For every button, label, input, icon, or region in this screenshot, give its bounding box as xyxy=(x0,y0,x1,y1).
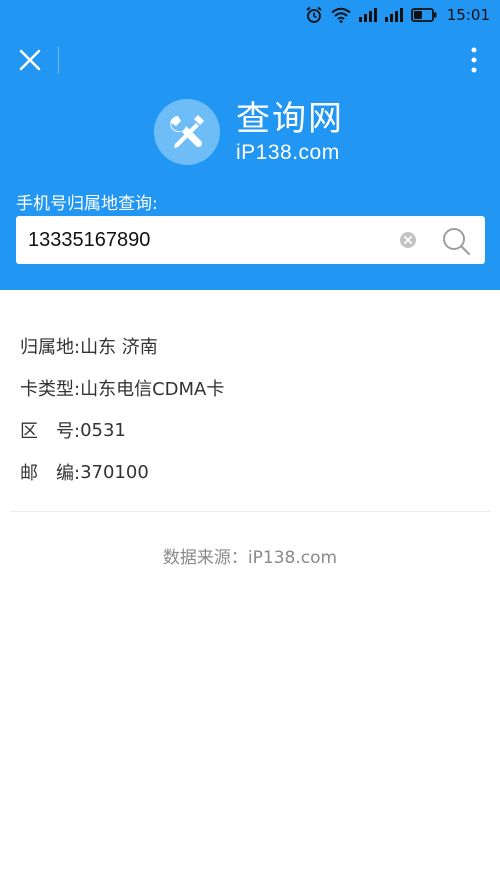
clear-button[interactable] xyxy=(400,232,416,248)
result-value: 山东 济南 xyxy=(80,337,158,358)
result-value: 0531 xyxy=(80,419,126,441)
logo-text: 查询网 iP138.com xyxy=(236,102,344,163)
search-icon xyxy=(443,228,471,256)
status-bar: 15:01 xyxy=(0,0,500,30)
result-label: 区 号: xyxy=(20,421,81,442)
result-list: 归属地: 山东 济南 卡类型: 山东电信CDMA卡 区 号: 0531 邮 编:… xyxy=(20,325,480,493)
close-button[interactable] xyxy=(14,44,46,76)
close-icon xyxy=(19,49,41,71)
search-button[interactable] xyxy=(440,225,472,257)
result-value: 山东电信CDMA卡 xyxy=(80,379,225,400)
toolbar xyxy=(0,40,500,80)
result-label: 邮 编: xyxy=(20,463,81,484)
logo-subtitle: iP138.com xyxy=(236,140,340,164)
search-box xyxy=(16,216,485,264)
alarm-icon xyxy=(306,6,322,23)
result-row-card-type: 卡类型: 山东电信CDMA卡 xyxy=(20,367,480,409)
signal-icon xyxy=(358,8,377,22)
clear-icon xyxy=(404,236,412,244)
app-header: 15:01 查询网 iP138.com 手机号归属地查询: 1333516789… xyxy=(0,0,500,290)
status-icons: 15:01 xyxy=(305,4,490,26)
more-vertical-icon xyxy=(471,47,477,73)
signal-icon xyxy=(384,8,403,22)
result-value: 370100 xyxy=(80,461,149,483)
site-logo: 查询网 iP138.com xyxy=(154,99,344,165)
logo-badge xyxy=(154,99,220,165)
toolbar-divider xyxy=(58,46,59,74)
phone-number-input[interactable] xyxy=(28,216,388,264)
content-divider xyxy=(10,511,490,512)
result-row-area-code: 区 号: 0531 xyxy=(20,409,480,451)
data-source: 数据来源：iP138.com xyxy=(162,548,338,568)
search-label: 手机号归属地查询: xyxy=(16,194,158,214)
logo-title: 查询网 xyxy=(236,98,344,139)
result-row-postcode: 邮 编: 370100 xyxy=(20,451,480,493)
wifi-icon xyxy=(331,7,351,23)
more-menu-button[interactable] xyxy=(464,44,484,76)
status-time: 15:01 xyxy=(446,6,490,24)
battery-icon xyxy=(410,8,437,22)
tools-icon xyxy=(170,115,204,148)
result-label: 归属地: xyxy=(20,337,81,358)
result-row-location: 归属地: 山东 济南 xyxy=(20,325,480,367)
result-label: 卡类型: xyxy=(20,379,81,400)
